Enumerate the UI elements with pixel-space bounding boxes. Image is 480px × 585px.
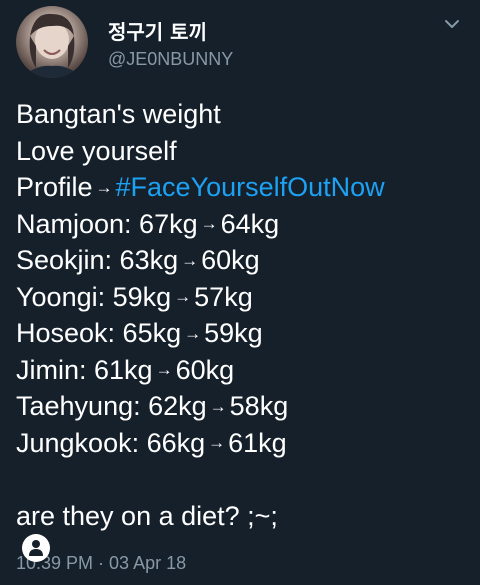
hashtag-link[interactable]: #FaceYourselfOutNow [116, 172, 385, 202]
arrow: → [174, 287, 192, 307]
weight-line-jungkook: Jungkook: 66kg → 61kg [16, 425, 466, 462]
person-icon [29, 540, 43, 556]
profile-label: Profile [16, 172, 93, 202]
arrow: → [181, 250, 199, 270]
weight-line-taehyung: Taehyung: 62kg → 58kg [16, 388, 466, 425]
arrow: → [95, 177, 113, 197]
tweet: 정구기 토끼 @JE0NBUNNY Bangtan's weight Love … [0, 0, 480, 585]
weight-line-yoongi: Yoongi: 59kg → 57kg [16, 279, 466, 316]
arrow: → [155, 360, 173, 380]
weight-line-jimin: Jimin: 61kg → 60kg [16, 352, 466, 389]
weight-after: 61kg [228, 427, 287, 458]
user-handle[interactable]: @JE0NBUNNY [108, 49, 233, 70]
weight-line-namjoon: Namjoon: 67kg → 64kg [16, 206, 466, 243]
arrow: → [209, 396, 227, 416]
weight-line-seokjin: Seokjin: 63kg → 60kg [16, 242, 466, 279]
tweet-line-title: Bangtan's weight [16, 99, 221, 129]
weight-before: Taehyung: 62kg [16, 391, 207, 421]
arrow: → [208, 433, 226, 453]
tweet-line-album: Love yourself [16, 135, 177, 166]
weight-before: Yoongi: 59kg [16, 281, 172, 312]
weight-after: 57kg [194, 281, 253, 312]
weight-after: 59kg [204, 318, 263, 348]
avatar-photo [22, 13, 82, 78]
chevron-down-icon[interactable] [442, 14, 462, 34]
weight-after: 60kg [201, 245, 260, 275]
weight-before: Namjoon: 67kg [16, 208, 198, 239]
arrow: → [200, 214, 218, 234]
weight-before: Jimin: 61kg [16, 354, 153, 385]
weight-after: 60kg [175, 354, 235, 385]
tweet-line-closing: are they on a diet? ;~; [16, 500, 278, 531]
weight-line-hoseok: Hoseok: 65kg → 59kg [16, 315, 466, 352]
arrow: → [184, 323, 202, 343]
weight-before: Jungkook: 66kg [16, 427, 206, 458]
tweet-line-profile: Profile → #FaceYourselfOutNow [16, 169, 466, 206]
display-name[interactable]: 정구기 토끼 [108, 16, 207, 45]
tweet-text: Bangtan's weight Love yourself Profile → #… [16, 96, 466, 534]
weight-before: Seokjin: 63kg [16, 245, 179, 275]
avatar[interactable] [16, 6, 88, 78]
tweet-header: 정구기 토끼 @JE0NBUNNY [16, 6, 466, 78]
floating-person-button[interactable] [22, 534, 50, 562]
weight-before: Hoseok: 65kg [16, 318, 182, 348]
weight-after: 64kg [220, 208, 280, 239]
weight-after: 58kg [229, 391, 289, 421]
